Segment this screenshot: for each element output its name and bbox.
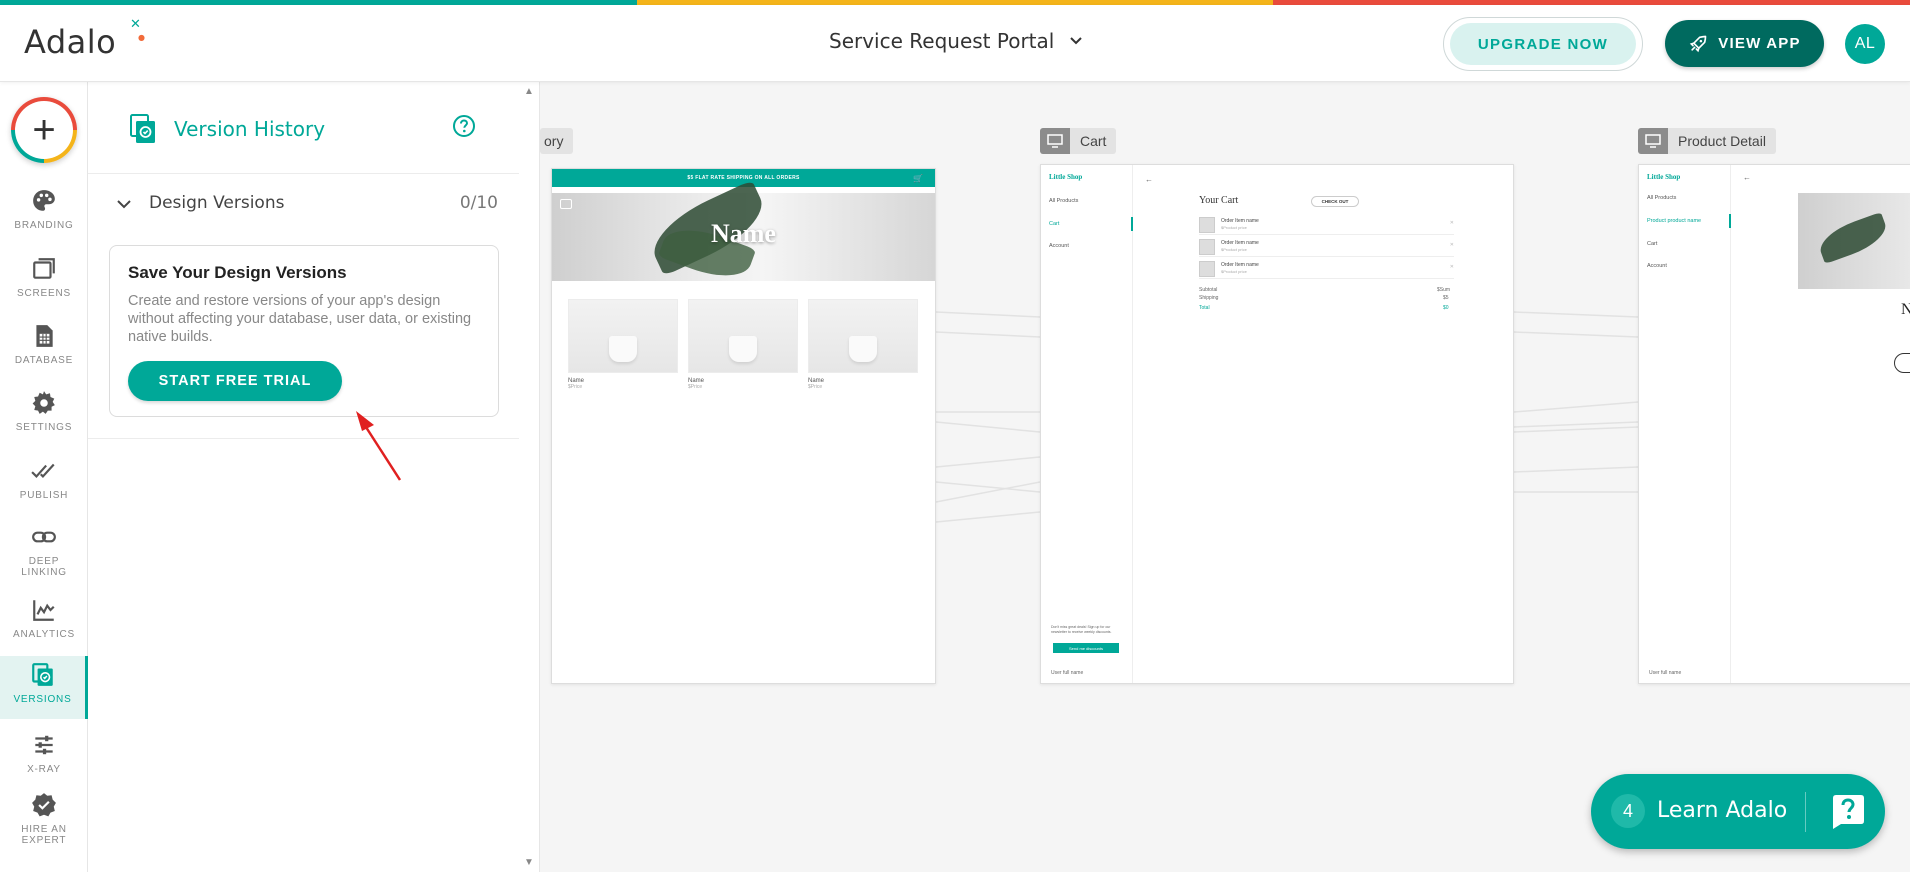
add-to-cart-button [1894, 353, 1910, 373]
order-item: Order Item name $Product price ✕ [1199, 237, 1454, 257]
nav-item-deep-linking[interactable]: DEEP LINKING [0, 524, 88, 588]
product-card: Name $Price [808, 299, 918, 390]
product-card: Name $Price [568, 299, 678, 390]
nav-item-settings[interactable]: SETTINGS [0, 390, 88, 442]
screen-label-text: Cart [1080, 133, 1107, 149]
app-title: Service Request Portal [829, 29, 1055, 53]
screen-label-product-detail[interactable]: Product Detail [1638, 128, 1776, 154]
red-arrow-annotation [356, 411, 402, 481]
desktop-icon [1040, 128, 1070, 154]
screen-label-text: Product Detail [1678, 133, 1766, 149]
nav-label-deep-linking: DEEP LINKING [21, 556, 67, 578]
link-icon [32, 531, 56, 543]
top-header: Adalo ✕ ● Service Request Portal UPGRADE… [0, 5, 1910, 82]
panel-scrollbar[interactable]: ▲ ▼ [519, 82, 539, 872]
app-switcher[interactable]: Service Request Portal [829, 29, 1084, 53]
user-avatar[interactable]: AL [1845, 24, 1885, 64]
nav-label-publish: PUBLISH [19, 490, 69, 501]
card-description: Create and restore versions of your app'… [128, 293, 472, 345]
badge-check-icon [32, 793, 56, 817]
nav-label-x-ray: X-RAY [27, 764, 61, 775]
palette-icon [33, 190, 55, 211]
nav-item-analytics[interactable]: ANALYTICS [0, 597, 88, 653]
learn-adalo-button[interactable]: 4 Learn Adalo [1591, 774, 1885, 849]
cart-icon: 🛒 [913, 174, 923, 183]
hero-text: Name [711, 219, 776, 248]
product-image [1798, 193, 1910, 289]
panel-title: Version History [174, 117, 326, 141]
cart-title: Your Cart [1199, 195, 1239, 206]
add-component-button[interactable]: + [11, 97, 77, 163]
nav-item-branding[interactable]: BRANDING [0, 188, 88, 240]
logo-dot-icon: ● [138, 33, 146, 42]
nav-item-database[interactable]: DATABASE [0, 323, 88, 375]
left-toolbar: + BRANDING SCREENS DATABASE SETTINGS PUB… [0, 82, 88, 872]
side-nav: Little Shop All Products Cart Account Do… [1041, 165, 1133, 683]
chevron-down-icon [1070, 37, 1083, 45]
back-arrow-icon: ← [1145, 175, 1153, 184]
nav-label-branding: BRANDING [14, 220, 74, 231]
screens-icon [33, 258, 55, 279]
scroll-down-icon[interactable]: ▼ [524, 857, 534, 868]
hero-image: Name [552, 179, 935, 288]
back-icon [560, 199, 572, 209]
nav-label-database: DATABASE [14, 355, 74, 366]
design-versions-section-toggle[interactable]: Design Versions 0/10 [88, 174, 520, 234]
scroll-up-icon[interactable]: ▲ [524, 86, 534, 97]
upgrade-now-label: UPGRADE NOW [1450, 23, 1636, 65]
nav-label-versions: VERSIONS [13, 694, 72, 705]
desktop-icon [1638, 128, 1668, 154]
gear-icon [32, 391, 55, 414]
card-title: Save Your Design Versions [128, 263, 347, 282]
database-icon [36, 325, 53, 347]
version-count: 0/10 [459, 193, 498, 213]
learn-count-badge: 4 [1611, 794, 1645, 828]
help-icon[interactable] [452, 114, 476, 138]
view-app-button[interactable]: VIEW APP [1665, 20, 1824, 67]
screen-label-text: ory [544, 133, 564, 149]
nav-item-versions[interactable]: VERSIONS [0, 656, 88, 719]
analytics-icon [33, 600, 55, 621]
design-canvas[interactable]: ory $5 FLAT RATE SHIPPING ON ALL ORDERS … [540, 82, 1910, 872]
learn-label: Learn Adalo [1657, 798, 1788, 823]
rocket-icon [1690, 35, 1707, 52]
checkout-button: CHECK OUT [1311, 196, 1359, 207]
screen-product-list[interactable]: $5 FLAT RATE SHIPPING ON ALL ORDERS 🛒 Na… [551, 168, 936, 684]
nav-label-hire-expert: HIRE AN EXPERT [21, 824, 67, 846]
nav-item-hire-expert[interactable]: HIRE AN EXPERT [0, 792, 88, 862]
divider [88, 438, 520, 439]
version-history-panel: Version History Design Versions 0/10 Sav… [88, 82, 540, 872]
side-nav: Little Shop All Products Product product… [1639, 165, 1731, 683]
nav-label-screens: SCREENS [17, 288, 71, 299]
logo-spark-icon: ✕ [130, 17, 142, 32]
screen-label-history[interactable]: ory [540, 128, 574, 154]
panel-header: Version History [88, 82, 520, 174]
adalo-logo[interactable]: Adalo ✕ ● [24, 17, 145, 61]
product-card: Name $Price [688, 299, 798, 390]
nav-item-publish[interactable]: PUBLISH [0, 458, 88, 510]
nav-item-x-ray[interactable]: X-RAY [0, 732, 88, 784]
screen-cart[interactable]: Little Shop All Products Cart Account Do… [1040, 164, 1514, 684]
nav-label-analytics: ANALYTICS [12, 629, 76, 640]
versions-icon [130, 114, 155, 143]
help-chat-icon [1833, 795, 1864, 829]
screen-label-cart[interactable]: Cart [1040, 128, 1117, 154]
double-check-icon [31, 463, 55, 478]
screen-product-detail[interactable]: Little Shop All Products Product product… [1638, 164, 1910, 684]
nav-label-settings: SETTINGS [15, 422, 73, 433]
order-item: Order Item name $Product price ✕ [1199, 215, 1454, 235]
plus-icon: + [15, 101, 73, 159]
order-item: Order Item name $Product price ✕ [1199, 259, 1454, 279]
versions-icon [31, 663, 53, 686]
start-free-trial-button[interactable]: START FREE TRIAL [128, 361, 342, 401]
section-label: Design Versions [149, 193, 285, 213]
upsell-card: Save Your Design Versions Create and res… [109, 245, 499, 417]
back-arrow-icon: ← [1743, 173, 1751, 182]
upgrade-now-button[interactable]: UPGRADE NOW [1443, 17, 1643, 71]
chevron-down-icon [117, 200, 131, 209]
logo-text: Adalo [24, 23, 117, 61]
nav-item-screens[interactable]: SCREENS [0, 256, 88, 308]
view-app-label: VIEW APP [1718, 35, 1801, 52]
sliders-icon [35, 735, 53, 755]
